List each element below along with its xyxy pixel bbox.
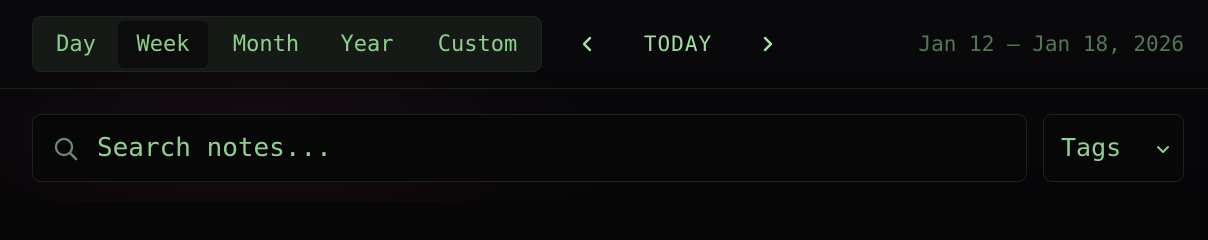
chevron-down-icon: [1157, 146, 1169, 153]
tags-dropdown[interactable]: Tags: [1043, 114, 1184, 182]
view-mode-year-button[interactable]: Year: [326, 21, 408, 68]
view-mode-week-button[interactable]: Week: [118, 21, 208, 68]
next-period-button[interactable]: [752, 28, 784, 60]
today-button[interactable]: TODAY: [628, 27, 728, 61]
chevron-right-icon: [763, 36, 773, 52]
view-toolbar: Day Week Month Year Custom TODAY Jan 12 …: [0, 0, 1208, 88]
view-mode-day-button[interactable]: Day: [41, 21, 111, 68]
search-icon: [54, 137, 78, 161]
toolbar-divider: [0, 88, 1208, 89]
search-box[interactable]: [32, 114, 1027, 182]
search-input[interactable]: [97, 115, 997, 181]
view-mode-custom-button[interactable]: Custom: [420, 21, 535, 68]
date-range-label: Jan 12 — Jan 18, 2026: [918, 32, 1184, 56]
view-mode-month-button[interactable]: Month: [216, 21, 316, 68]
tags-dropdown-label: Tags: [1061, 133, 1122, 162]
chevron-left-icon: [582, 36, 592, 52]
previous-period-button[interactable]: [571, 28, 603, 60]
view-mode-segmented-control: Day Week Month Year Custom: [32, 16, 542, 72]
